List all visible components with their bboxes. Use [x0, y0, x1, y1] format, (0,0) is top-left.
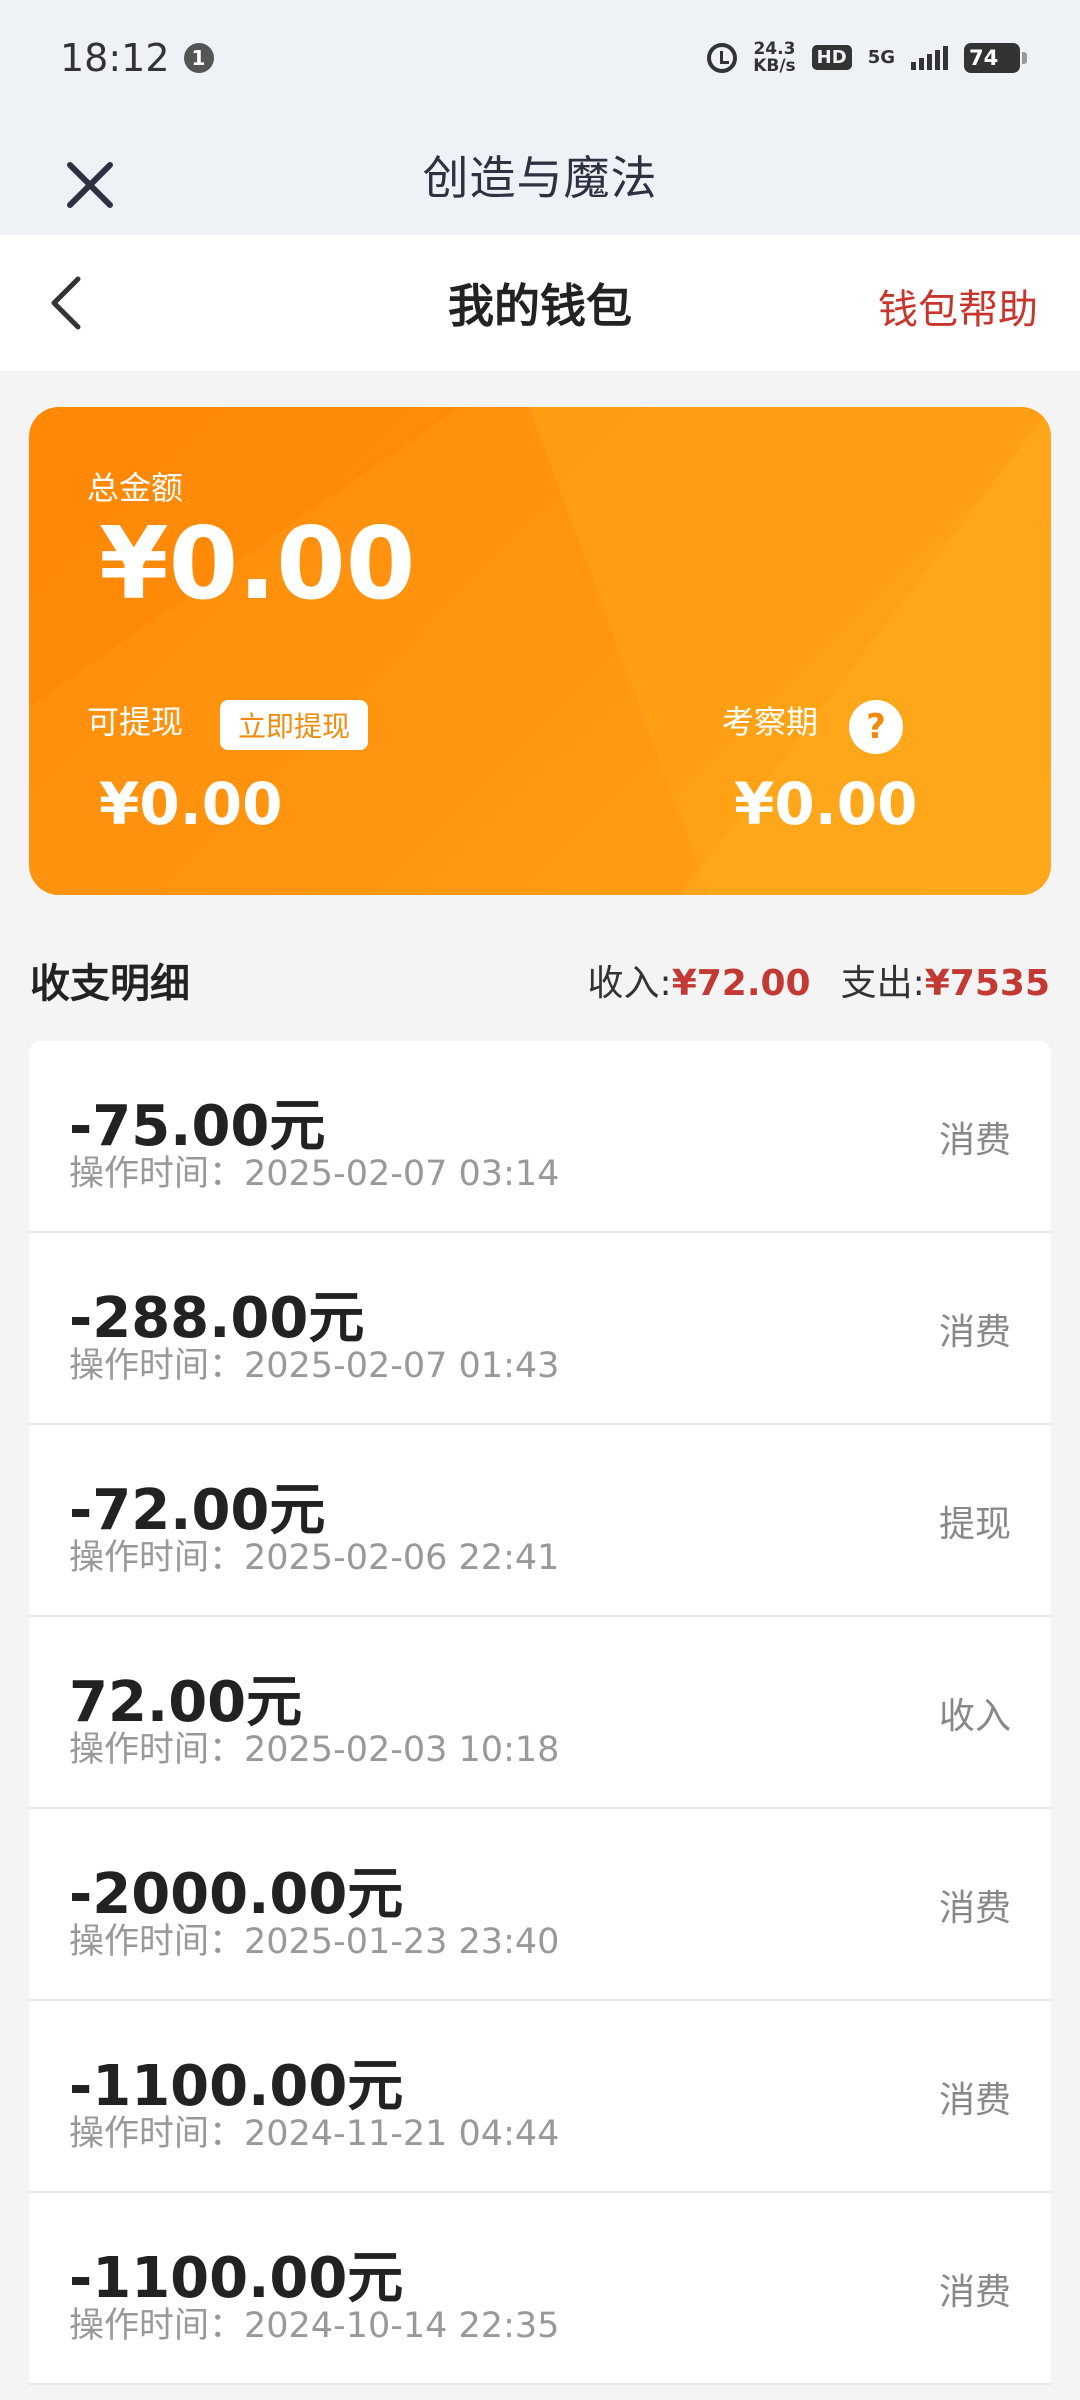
network-speed-unit: KB/s	[753, 55, 796, 76]
expense-value: ¥7535	[924, 963, 1050, 1004]
income-value: ¥72.00	[671, 963, 811, 1004]
battery-level: 74	[969, 45, 999, 70]
alarm-icon	[707, 42, 738, 73]
transaction-row[interactable]: -72.00元 操作时间：2025-02-06 22:41 提现	[29, 1425, 1051, 1617]
review-period-label: 考察期	[722, 703, 819, 741]
transaction-row[interactable]: -288.00元 操作时间：2025-02-07 01:43 消费	[29, 1233, 1051, 1425]
transaction-time: 操作时间：2025-02-06 22:41	[69, 1538, 560, 1578]
page-title: 我的钱包	[448, 279, 632, 333]
battery-icon: 74	[964, 42, 1027, 73]
transaction-type: 消费	[938, 2080, 1011, 2121]
transaction-type: 消费	[938, 1312, 1011, 1353]
transaction-row[interactable]: 72.00元 操作时间：2025-02-03 10:18 收入	[29, 1617, 1051, 1809]
transaction-type: 收入	[938, 1696, 1011, 1737]
transaction-list: -75.00元 操作时间：2025-02-07 03:14 消费 -288.00…	[29, 1041, 1051, 2385]
transaction-row[interactable]: -1100.00元 操作时间：2024-11-21 04:44 消费	[29, 2001, 1051, 2193]
status-bar: 18:12 1 24.3 KB/s HD 5G 74	[0, 0, 1080, 115]
review-period-amount: ¥0.00	[734, 770, 918, 838]
transaction-row[interactable]: -75.00元 操作时间：2025-02-07 03:14 消费	[29, 1041, 1051, 1233]
transaction-type: 消费	[938, 1888, 1011, 1929]
close-icon[interactable]	[60, 155, 120, 215]
transaction-time: 操作时间：2024-10-14 22:35	[69, 2306, 560, 2346]
transaction-time: 操作时间：2025-01-23 23:40	[69, 1922, 560, 1962]
wallet-help-link[interactable]: 钱包帮助	[878, 277, 1038, 335]
transaction-time: 操作时间：2025-02-07 03:14	[69, 1154, 560, 1194]
transaction-row[interactable]: -1100.00元 操作时间：2024-10-14 22:35 消费	[29, 2193, 1051, 2385]
total-amount: ¥0.00	[99, 505, 416, 622]
total-amount-label: 总金额	[87, 469, 184, 507]
status-time: 18:12	[60, 35, 170, 80]
transaction-type: 提现	[938, 1504, 1011, 1545]
status-indicators: 24.3 KB/s HD 5G 74	[707, 40, 1027, 76]
transaction-row[interactable]: -2000.00元 操作时间：2025-01-23 23:40 消费	[29, 1809, 1051, 2001]
signal-icon	[911, 45, 948, 70]
wallet-card: 总金额 ¥0.00 可提现 立即提现 ¥0.00 考察期 ? ¥0.00	[29, 407, 1051, 895]
transaction-time: 操作时间：2025-02-07 01:43	[69, 1346, 560, 1386]
nav-bar: 我的钱包 钱包帮助	[0, 235, 1080, 371]
transaction-time: 操作时间：2025-02-03 10:18	[69, 1730, 560, 1770]
transaction-type: 消费	[938, 2272, 1011, 2313]
transaction-time: 操作时间：2024-11-21 04:44	[69, 2114, 560, 2154]
app-title: 创造与魔法	[422, 151, 658, 205]
expense-label: 支出:	[840, 963, 925, 1004]
back-icon[interactable]	[40, 273, 100, 333]
withdraw-now-button[interactable]: 立即提现	[220, 700, 369, 750]
income-expense-summary: 收入: ¥72.00 支出: ¥7535	[588, 954, 1050, 1006]
details-title: 收支明细	[30, 961, 190, 1007]
details-header: 收支明细 收入: ¥72.00 支出: ¥7535	[30, 945, 1050, 1015]
income-label: 收入:	[587, 963, 672, 1004]
withdrawable-label: 可提现	[87, 703, 184, 741]
app-bar: 创造与魔法	[0, 115, 1080, 235]
transaction-type: 消费	[938, 1120, 1011, 1161]
network-type: 5G	[867, 47, 895, 68]
question-icon[interactable]: ?	[849, 700, 903, 754]
withdrawable-amount: ¥0.00	[99, 770, 283, 838]
notification-badge: 1	[183, 42, 214, 73]
network-speed: 24.3 KB/s	[753, 40, 796, 76]
hd-badge: HD	[811, 45, 852, 70]
